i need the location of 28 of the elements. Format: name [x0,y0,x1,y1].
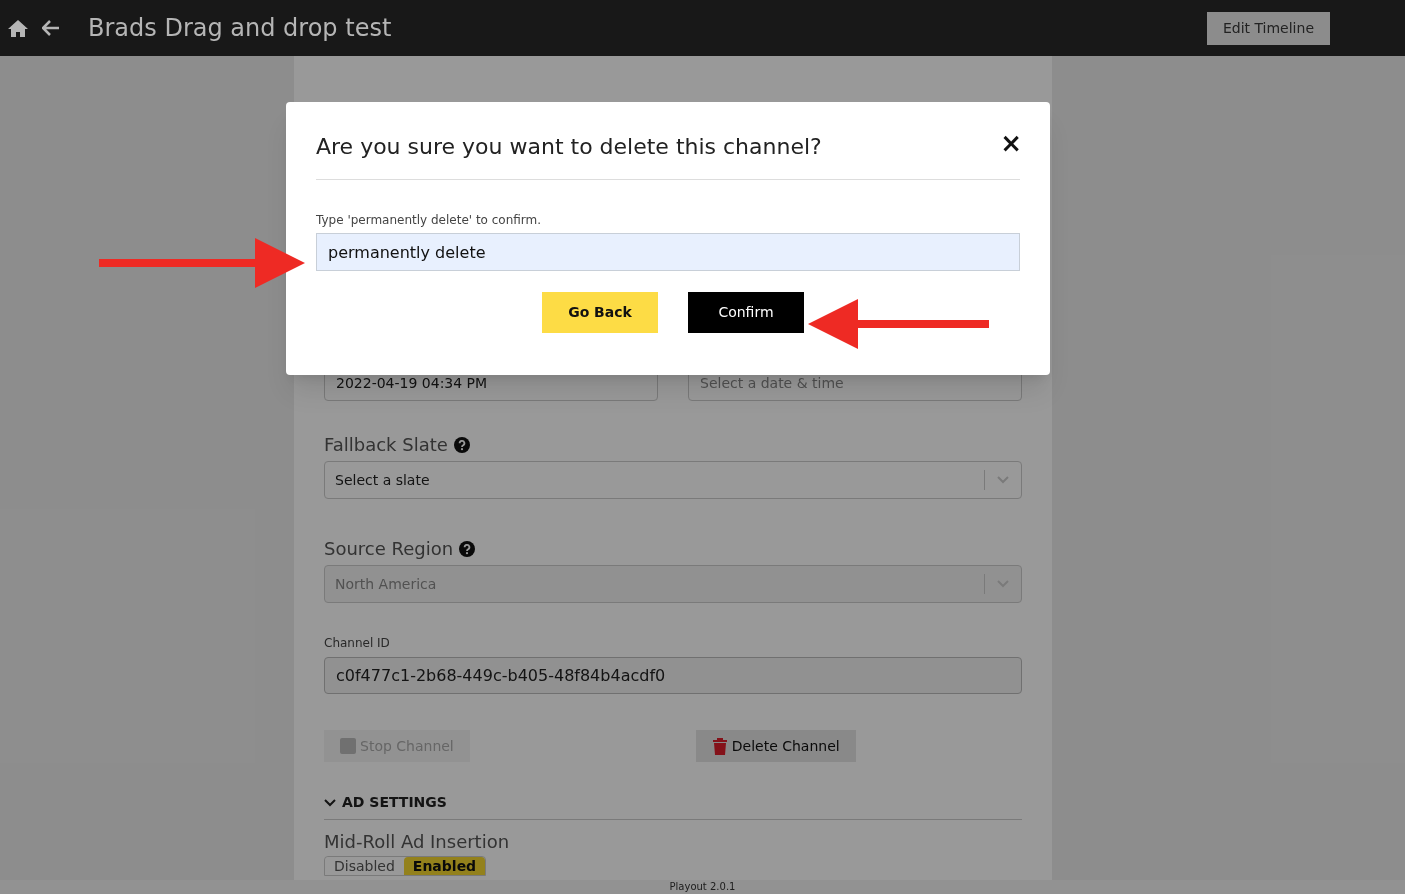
edit-timeline-button[interactable]: Edit Timeline [1206,11,1330,45]
help-icon[interactable] [453,436,470,453]
section-title[interactable]: AD SETTINGS [342,792,447,813]
back-arrow-icon[interactable] [42,20,60,36]
arrow-icon [99,238,307,288]
chevron-down-icon [997,476,1009,484]
field-label: Source Region [324,537,454,561]
version-text: Playout 2.0.1 [669,880,736,894]
close-button[interactable]: × [1000,130,1022,156]
home-icon[interactable] [8,19,28,37]
confirm-prompt: Type 'permanently delete' to confirm. [316,212,543,229]
go-back-button[interactable]: Go Back [542,292,658,333]
field-label: Fallback Slate [324,433,448,457]
channel-id-field[interactable]: c0f477c1-2b68-449c-b405-48f84b4acdf0 [324,657,1022,694]
field-label: Channel ID [324,635,391,652]
field-label: Mid-Roll Ad Insertion [324,830,511,854]
chevron-down-icon[interactable] [324,798,336,807]
select-field[interactable]: Select a slate [324,461,1022,499]
trash-icon [711,737,728,755]
page-title: Brads Drag and drop test [88,13,392,44]
help-icon[interactable] [459,540,476,557]
confirm-button[interactable]: Confirm [688,292,804,333]
arrow-icon [808,299,990,349]
stop-icon [340,738,356,754]
toggle-option[interactable]: Enabled [403,857,486,875]
dialog-title: Are you sure you want to delete this channel? [316,133,822,161]
delete-channel-button[interactable]: Delete Channel [695,730,856,762]
confirm-field[interactable]: permanently delete [316,233,1020,271]
